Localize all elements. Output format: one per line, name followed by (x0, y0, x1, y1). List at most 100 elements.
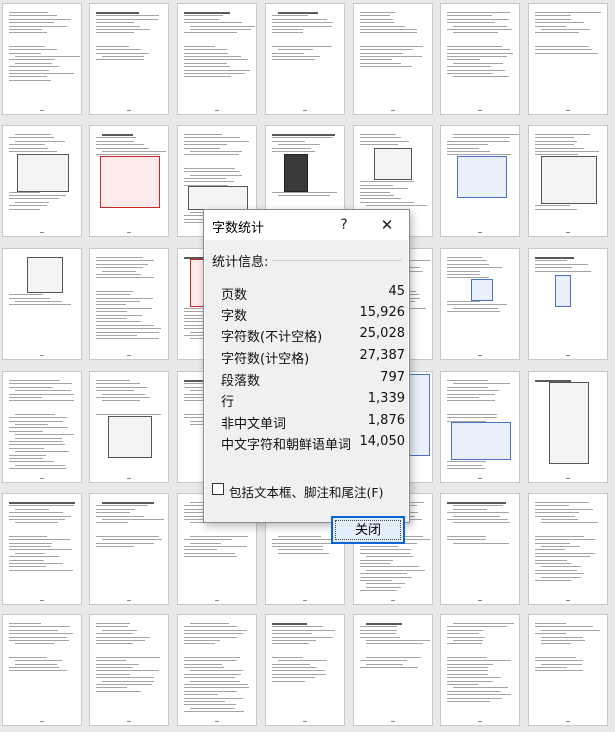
page-thumbnail[interactable] (529, 4, 607, 114)
page-thumbnail[interactable] (266, 4, 344, 114)
page-thumbnail[interactable] (3, 372, 81, 482)
page-thumbnail[interactable] (90, 126, 168, 236)
stat-value: 45 (388, 284, 405, 299)
thumbnail-text-line (15, 62, 52, 64)
thumbnail-text-line (272, 623, 307, 625)
stat-row-chars-no-spaces: 字符数(不计空格) 25,028 (221, 324, 405, 346)
thumbnail-text-line (15, 140, 66, 142)
thumbnail-text-line (535, 559, 568, 561)
thumbnail-text-line (453, 542, 509, 544)
thumbnail-page-number (478, 355, 482, 356)
thumbnail-text-line (447, 626, 508, 628)
page-thumbnail[interactable] (354, 615, 432, 725)
close-button[interactable]: 关闭 (331, 516, 405, 544)
thumbnail-text-line (102, 400, 140, 402)
thumbnail-text-line (272, 45, 332, 47)
thumbnail-text-line (184, 667, 224, 668)
thumbnail-text-line (541, 629, 601, 631)
thumbnail-text-line (447, 656, 487, 658)
thumbnail-text-line (535, 15, 571, 17)
thumbnail-text-line (360, 184, 394, 186)
page-thumbnail[interactable] (529, 615, 607, 725)
stat-row-words: 字数 15,926 (221, 303, 405, 325)
page-thumbnail[interactable] (441, 4, 519, 114)
thumbnail-page-number (566, 600, 570, 601)
thumbnail-text-line (184, 140, 249, 142)
thumbnail-text-line (535, 49, 592, 51)
page-thumbnail[interactable] (90, 4, 168, 114)
page-thumbnail[interactable] (441, 249, 519, 359)
page-thumbnail[interactable] (529, 126, 607, 236)
page-thumbnail[interactable] (90, 615, 168, 725)
thumbnail-text-line (96, 257, 143, 258)
include-textboxes-checkbox[interactable] (212, 483, 224, 495)
close-icon[interactable]: ✕ (374, 213, 400, 237)
thumbnail-text-line (447, 390, 500, 392)
thumbnail-text-line (9, 29, 42, 30)
thumbnail-text-line (366, 663, 403, 665)
thumbnail-text-line (535, 45, 589, 47)
thumbnail-text-line (535, 147, 585, 149)
thumbnail-text-line (447, 535, 486, 537)
thumbnail-page-number (215, 600, 219, 601)
page-thumbnail[interactable] (441, 615, 519, 725)
thumbnail-text-line (9, 393, 75, 395)
page-thumbnail[interactable] (441, 372, 519, 482)
page-thumbnail[interactable] (354, 4, 432, 114)
help-icon[interactable]: ? (332, 213, 356, 237)
thumbnail-text-line (9, 468, 67, 470)
thumbnail-text-line (360, 191, 391, 193)
thumbnail-text-line (360, 552, 410, 554)
page-thumbnail[interactable] (3, 4, 81, 114)
thumbnail-text-line (96, 383, 141, 385)
page-thumbnail[interactable] (266, 615, 344, 725)
page-thumbnail[interactable] (3, 126, 81, 236)
page-thumbnail[interactable] (3, 249, 81, 359)
page-thumbnail[interactable] (178, 4, 256, 114)
dialog-title-bar[interactable]: 字数统计 ? ✕ (204, 210, 409, 240)
page-thumbnail[interactable] (529, 249, 607, 359)
include-textboxes-label[interactable]: 包括文本框、脚注和尾注(F) (229, 482, 383, 501)
thumbnail-text-line (96, 623, 130, 624)
thumbnail-text-line (9, 15, 58, 17)
thumbnail-text-line (9, 22, 54, 24)
thumbnail-text-line (447, 270, 480, 272)
thumbnail-text-line (535, 626, 594, 628)
stat-label: 行 (221, 395, 235, 410)
thumbnail-text-line (272, 151, 315, 152)
thumbnail-page-number (127, 478, 131, 479)
page-thumbnail[interactable] (441, 126, 519, 236)
thumbnail-page-number (478, 110, 482, 111)
thumbnail-page-number (391, 600, 395, 601)
stat-label: 段落数 (221, 374, 261, 389)
page-thumbnail[interactable] (3, 615, 81, 725)
thumbnail-text-line (102, 680, 155, 682)
thumbnail-text-line (15, 522, 58, 524)
thumbnail-text-line (96, 670, 160, 672)
thumbnail-page-number (127, 110, 131, 111)
stat-label: 字符数(计空格) (221, 352, 310, 367)
thumbnail-text-line (447, 663, 494, 665)
page-thumbnail[interactable] (529, 494, 607, 604)
page-thumbnail[interactable] (441, 494, 519, 604)
thumbnail-text-line (453, 137, 511, 139)
thumbnail-text-line (184, 684, 248, 685)
thumbnail-text-line (447, 680, 493, 682)
thumbnail-text-line (535, 154, 578, 156)
thumbnail-text-line (541, 546, 580, 547)
thumbnail-text-line (272, 670, 325, 672)
thumbnail-text-line (9, 656, 48, 658)
thumbnail-text-line (453, 383, 511, 385)
stat-value: 797 (380, 370, 405, 385)
page-thumbnail[interactable] (178, 615, 256, 725)
page-thumbnail[interactable] (90, 249, 168, 359)
thumbnail-text-line (184, 59, 249, 61)
page-thumbnail[interactable] (3, 494, 81, 604)
page-thumbnail[interactable] (529, 372, 607, 482)
thumbnail-text-line (360, 195, 394, 196)
page-thumbnail[interactable] (90, 494, 168, 604)
thumbnail-text-line (360, 25, 405, 27)
page-thumbnail[interactable] (90, 372, 168, 482)
thumbnail-text-line (360, 15, 391, 17)
stat-label: 中文字符和朝鲜语单词 (221, 438, 352, 453)
